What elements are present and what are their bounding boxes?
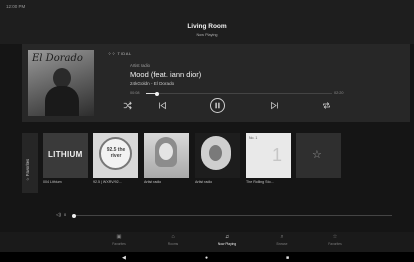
header: Living Room Now Playing <box>0 14 414 44</box>
album-art-figure-body <box>45 86 79 116</box>
playlist-art-number: 1 <box>272 145 283 165</box>
source-label: Artist radio <box>130 63 151 68</box>
volume-slider-track[interactable] <box>74 215 392 216</box>
tab-rooms[interactable]: ⌂ Rooms <box>153 234 193 246</box>
next-track-button[interactable] <box>268 99 280 111</box>
artist-photo-face <box>209 145 222 161</box>
tab-browse[interactable]: ⌕ Browse <box>262 234 302 246</box>
add-favorite-art: ☆ <box>296 133 341 178</box>
tab-label: Rooms <box>167 242 179 246</box>
volume-slider-knob[interactable] <box>72 213 76 218</box>
star-icon: ☆ <box>332 234 338 240</box>
shuffle-button[interactable] <box>121 99 133 111</box>
service-name: TIDAL <box>117 51 132 56</box>
progress-bar[interactable] <box>146 91 332 96</box>
add-favorite-star-icon: ☆ <box>312 149 322 161</box>
previous-icon <box>158 101 166 109</box>
album-art-figure-head <box>53 68 71 88</box>
duration-time: 02:20 <box>334 91 344 95</box>
header-subtitle: Now Playing <box>196 33 218 37</box>
lithium-logo: LITHIUM <box>48 150 83 159</box>
add-favorite-tile[interactable]: ☆ <box>296 133 341 193</box>
album-art-title: El Dorado <box>32 53 83 64</box>
tab-label: Now Playing <box>217 242 237 246</box>
track-artist-album: 24kGoldn - El Dorado <box>130 81 175 86</box>
service-label: ⁘⁘ TIDAL <box>108 51 132 56</box>
tab-label: Browse <box>276 242 288 246</box>
pause-icon <box>215 102 220 109</box>
playlist-art-text: No. 1 <box>249 136 258 140</box>
favorite-tile-2[interactable]: 92.5 the river 92.5 | WXRV/92... <box>93 133 138 193</box>
favorites-rail-text: Favorites <box>25 158 30 177</box>
favorite-tile-caption: 92.5 | WXRV/92... <box>93 180 122 184</box>
favorite-tile-art: LITHIUM <box>43 133 88 178</box>
tab-now-playing[interactable]: ♫ Now Playing <box>207 234 247 246</box>
favorite-tile-art <box>195 133 240 178</box>
shuffle-icon <box>123 100 132 110</box>
previous-track-button[interactable] <box>156 99 168 111</box>
favorite-tile-1[interactable]: LITHIUM 004 Lithium <box>43 133 88 193</box>
favorite-tile-5[interactable]: No. 1 1 The Rolling Sto... <box>246 133 291 193</box>
favorite-tile-art: No. 1 1 <box>246 133 291 178</box>
favorite-tile-art: 92.5 the river <box>93 133 138 178</box>
favorites-rail[interactable]: ☆ Favorites <box>22 133 38 193</box>
status-bar: 12:00 PM <box>0 0 414 14</box>
app-screen: 12:00 PM Living Room Now Playing El Dora… <box>0 0 414 262</box>
search-icon: ⌕ <box>280 234 284 240</box>
favorite-tile-caption: The Rolling Sto... <box>246 180 274 184</box>
volume-control: ◁) 0 <box>56 212 396 220</box>
room-title[interactable]: Living Room <box>0 23 414 30</box>
tab-label: Favorites <box>112 242 126 246</box>
back-icon[interactable]: ◀ <box>122 255 126 261</box>
artist-photo-face <box>159 143 173 160</box>
favorite-tile-3[interactable]: Artist radio <box>144 133 189 193</box>
volume-value: 0 <box>64 213 67 217</box>
system-nav-bar: ◀ ● ■ <box>0 252 414 262</box>
favorite-tile-4[interactable]: Artist radio <box>195 133 240 193</box>
tab-favorites[interactable]: ▣ Favorites <box>99 234 139 246</box>
album-art[interactable]: El Dorado <box>28 50 94 116</box>
next-icon <box>270 101 278 109</box>
favorite-tile-art <box>144 133 189 178</box>
repeat-icon <box>322 101 330 109</box>
pause-button[interactable] <box>210 98 225 113</box>
speaker-icon[interactable]: ◁) <box>56 212 61 218</box>
calendar-icon: ▣ <box>116 234 122 240</box>
favorite-tile-caption: 004 Lithium <box>43 180 62 184</box>
music-note-icon: ♫ <box>224 234 230 240</box>
bottom-tab-bar: ▣ Favorites ⌂ Rooms ♫ Now Playing ⌕ Brow… <box>0 232 414 252</box>
progress-knob[interactable] <box>155 91 160 96</box>
recents-icon[interactable]: ■ <box>286 255 289 261</box>
repeat-button[interactable] <box>320 99 332 111</box>
tidal-logo-icon: ⁘⁘ <box>108 51 116 56</box>
river-logo: 92.5 the river <box>106 147 126 159</box>
elapsed-time: 00:08 <box>130 91 140 95</box>
home-icon: ⌂ <box>171 234 175 240</box>
tab-favorites-star[interactable]: ☆ Favorites <box>315 234 355 246</box>
favorites-rail-label: ☆ Favorites <box>25 158 30 181</box>
favorite-tile-caption: Artist radio <box>195 180 213 184</box>
home-button-icon[interactable]: ● <box>205 255 208 261</box>
now-playing-card: El Dorado ⁘⁘ TIDAL Artist radio Mood (fe… <box>22 44 410 122</box>
status-time: 12:00 PM <box>6 4 26 9</box>
track-title: Mood (feat. iann dior) <box>130 70 202 79</box>
tab-label: Favorites <box>328 242 342 246</box>
favorite-tile-caption: Artist radio <box>144 180 162 184</box>
